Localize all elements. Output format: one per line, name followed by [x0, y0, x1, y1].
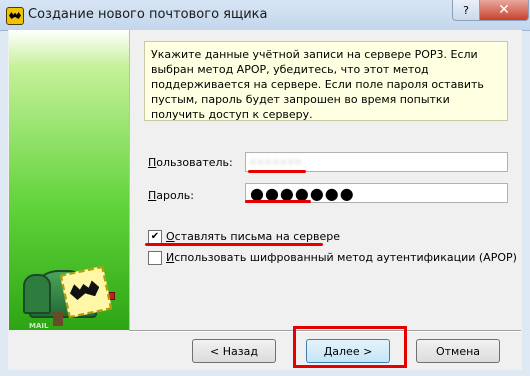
password-label: Пароль: [148, 189, 194, 202]
close-button[interactable]: ✕ [479, 0, 529, 21]
leave-on-server-checkbox[interactable]: ✔ [148, 230, 162, 244]
title-bar: Создание нового почтового ящика ? ✕ [0, 0, 530, 31]
password-highlight-underline [245, 200, 311, 203]
help-button[interactable]: ? [452, 0, 480, 21]
leave-on-server-highlight-underline [145, 243, 323, 246]
apop-checkbox[interactable] [148, 251, 162, 265]
back-button[interactable]: < Назад [192, 339, 276, 363]
leave-on-server-label[interactable]: Оставлять письма на сервере [166, 230, 340, 243]
user-label: Пользователь: [148, 156, 233, 169]
next-button-highlight [293, 326, 407, 368]
window-title: Создание нового почтового ящика [28, 7, 268, 22]
apop-label[interactable]: Использовать шифрованный метод аутентифи… [166, 251, 517, 264]
dialog-client: MAIL Укажите данные учётной записи на се… [8, 30, 522, 370]
stamp-icon [59, 265, 113, 319]
user-input[interactable]: ••••••• [245, 152, 508, 172]
info-box: Укажите данные учётной записи на сервере… [144, 41, 508, 121]
cancel-button[interactable]: Отмена [416, 339, 500, 363]
user-highlight-underline [248, 170, 306, 173]
mailbox-label: MAIL [29, 322, 49, 330]
app-icon [6, 7, 24, 25]
